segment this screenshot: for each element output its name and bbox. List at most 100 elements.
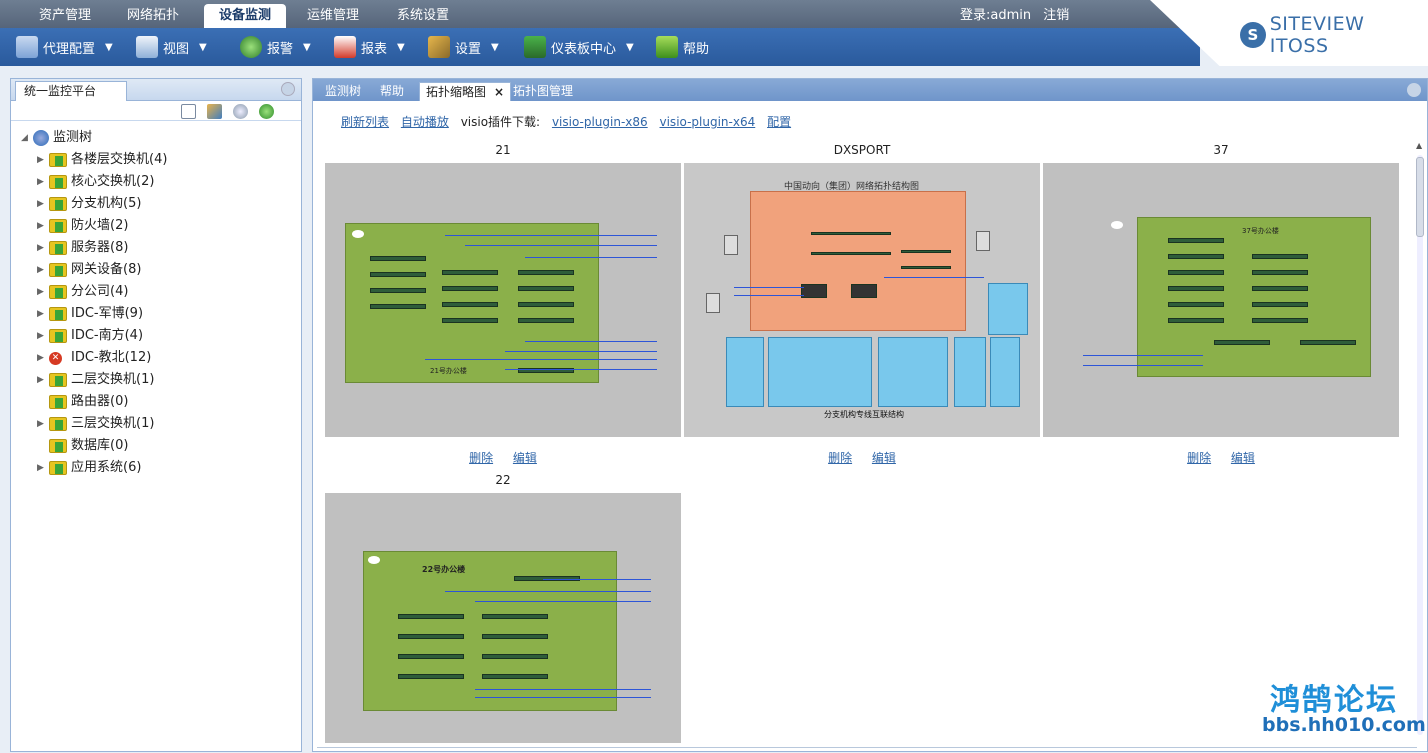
toolbar-help[interactable]: 帮助 — [656, 34, 709, 60]
delete-link[interactable]: 删除 — [469, 451, 493, 465]
config-link[interactable]: 配置 — [767, 115, 791, 129]
folder-icon — [49, 153, 67, 167]
toolbar-agent-config[interactable]: 代理配置 ▼ — [16, 34, 113, 60]
expand-arrow-icon[interactable]: ▶ — [37, 457, 44, 479]
gear-icon[interactable] — [281, 82, 295, 96]
expand-arrow-icon[interactable]: ▶ — [37, 237, 44, 259]
topology-thumbnail-21[interactable]: 21号办公楼 — [325, 163, 681, 437]
gear-icon[interactable] — [1407, 83, 1421, 97]
visio-x86-link[interactable]: visio-plugin-x86 — [552, 115, 648, 129]
expand-arrow-icon[interactable]: ▶ — [37, 413, 44, 435]
tab-monitor-tree[interactable]: 监测树 — [325, 82, 361, 101]
chevron-down-icon: ▼ — [199, 41, 207, 53]
tab-topology-thumbnails-label: 拓扑缩略图 — [426, 85, 487, 99]
logo-text: SITEVIEW ITOSS — [1269, 13, 1365, 57]
help-icon — [656, 36, 678, 58]
expand-arrow-icon[interactable]: ▶ — [37, 281, 44, 303]
top-tab-operations[interactable]: 运维管理 — [296, 4, 370, 28]
right-panel-header: 监测树 帮助 拓扑缩略图 × 拓扑图管理 — [313, 79, 1427, 101]
tree-node[interactable]: ▶ IDC-军博(9) — [21, 303, 301, 325]
topology-thumbnail-dxsport[interactable]: 中国动向（集团）网络拓扑结构图 分支机构专线互联结构 — [684, 163, 1040, 437]
expand-arrow-icon[interactable]: ◢ — [21, 127, 28, 149]
tree-node[interactable]: ▶ 网关设备(8) — [21, 259, 301, 281]
tree-node[interactable]: ▶ 二层交换机(1) — [21, 369, 301, 391]
folder-icon — [49, 263, 67, 277]
expand-arrow-icon[interactable]: ▶ — [37, 325, 44, 347]
left-panel: 统一监控平台 ◢ 监测树 ▶ 各楼层交换机(4) ▶ 核心交换机(2) ▶ 分支机构(5)… — [10, 78, 302, 752]
branch-box — [768, 337, 872, 407]
tree-root[interactable]: ◢ 监测树 — [21, 127, 301, 149]
cloud-icon — [368, 556, 380, 564]
edit-link[interactable]: 编辑 — [872, 451, 896, 465]
toolbar-settings[interactable]: 设置 ▼ — [428, 34, 499, 60]
expand-arrow-icon[interactable]: ▶ — [37, 193, 44, 215]
expand-arrow-icon[interactable]: ▶ — [37, 215, 44, 237]
toolbar-report[interactable]: 报表 ▼ — [334, 34, 405, 60]
toolbar-settings-label: 设置 — [455, 41, 482, 57]
expand-arrow-icon[interactable]: ▶ — [37, 347, 44, 369]
edit-link[interactable]: 编辑 — [1231, 451, 1255, 465]
toolbar-alarm[interactable]: 报警 ▼ — [240, 34, 311, 60]
tree-node[interactable]: ▶ 应用系统(6) — [21, 457, 301, 479]
delete-link[interactable]: 删除 — [828, 451, 852, 465]
search-icon[interactable] — [233, 104, 248, 119]
scroll-up-icon[interactable]: ▲ — [1416, 141, 1422, 150]
tree-node[interactable]: ▶ 三层交换机(1) — [21, 413, 301, 435]
delete-link[interactable]: 删除 — [1187, 451, 1211, 465]
expand-arrow-icon[interactable]: ▶ — [37, 149, 44, 171]
tab-topology-thumbnails[interactable]: 拓扑缩略图 × — [419, 82, 512, 101]
tree-node[interactable]: ▶ 服务器(8) — [21, 237, 301, 259]
tree-node[interactable]: ▶ 防火墙(2) — [21, 215, 301, 237]
collapse-all-icon[interactable] — [181, 104, 196, 119]
toolbar-help-label: 帮助 — [683, 41, 710, 57]
tree-node[interactable]: 数据库(0) — [21, 435, 301, 457]
vertical-scrollbar[interactable]: ▲ — [1415, 141, 1425, 741]
top-tab-system-settings[interactable]: 系统设置 — [386, 4, 460, 28]
topology-thumbnail-37[interactable]: 37号办公楼 — [1043, 163, 1399, 437]
toolbar-view-label: 视图 — [163, 41, 190, 57]
tree-node[interactable]: ▶ 分支机构(5) — [21, 193, 301, 215]
scroll-thumb[interactable] — [1416, 157, 1424, 237]
settings-icon — [428, 36, 450, 58]
logout-link[interactable]: 注销 — [1043, 8, 1069, 23]
vpn-box — [988, 283, 1028, 335]
tab-unified-monitor[interactable]: 统一监控平台 — [15, 81, 127, 101]
alarm-icon — [240, 36, 262, 58]
tree-node[interactable]: ▶ 各楼层交换机(4) — [21, 149, 301, 171]
close-icon[interactable]: × — [494, 85, 504, 99]
tree-nodes: ▶ 各楼层交换机(4) ▶ 核心交换机(2) ▶ 分支机构(5) ▶ 防火墙(2) ▶ 服务器(8… — [21, 149, 301, 479]
locate-icon[interactable] — [207, 104, 222, 119]
toolbar-view[interactable]: 视图 ▼ — [136, 34, 207, 60]
branch-box — [878, 337, 948, 407]
refresh-list-link[interactable]: 刷新列表 — [341, 115, 389, 129]
branch-box — [954, 337, 986, 407]
visio-x64-link[interactable]: visio-plugin-x64 — [660, 115, 756, 129]
diagram-subcaption: 分支机构专线互联结构 — [824, 410, 904, 419]
tree-node[interactable]: 路由器(0) — [21, 391, 301, 413]
tab-help[interactable]: 帮助 — [380, 82, 404, 101]
logo-mark-icon: S — [1240, 22, 1266, 48]
folder-icon — [49, 417, 67, 431]
top-tab-topology[interactable]: 网络拓扑 — [116, 4, 190, 28]
top-tab-assets[interactable]: 资产管理 — [28, 4, 102, 28]
expand-arrow-icon[interactable]: ▶ — [37, 369, 44, 391]
top-tab-monitoring[interactable]: 设备监测 — [204, 4, 286, 28]
topology-thumbnail-22[interactable]: 22号办公楼 — [325, 493, 681, 743]
tree-node[interactable]: ▶ IDC-南方(4) — [21, 325, 301, 347]
expand-arrow-icon[interactable]: ▶ — [37, 303, 44, 325]
autoplay-link[interactable]: 自动播放 — [401, 115, 449, 129]
tree-node[interactable]: ▶ ✕ IDC-教北(12) — [21, 347, 301, 369]
chevron-down-icon: ▼ — [397, 41, 405, 53]
edit-link[interactable]: 编辑 — [513, 451, 537, 465]
folder-icon — [49, 219, 67, 233]
expand-arrow-icon[interactable]: ▶ — [37, 259, 44, 281]
thumbnail-actions: 删除 编辑 — [325, 449, 681, 466]
tab-topology-management[interactable]: 拓扑图管理 — [513, 82, 573, 101]
toolbar-dashboard[interactable]: 仪表板中心 ▼ — [524, 34, 634, 60]
server-icon — [706, 293, 720, 313]
expand-arrow-icon[interactable]: ▶ — [37, 171, 44, 193]
tree-node[interactable]: ▶ 核心交换机(2) — [21, 171, 301, 193]
scroll-track[interactable] — [1417, 155, 1423, 735]
refresh-icon[interactable] — [259, 104, 274, 119]
tree-node[interactable]: ▶ 分公司(4) — [21, 281, 301, 303]
